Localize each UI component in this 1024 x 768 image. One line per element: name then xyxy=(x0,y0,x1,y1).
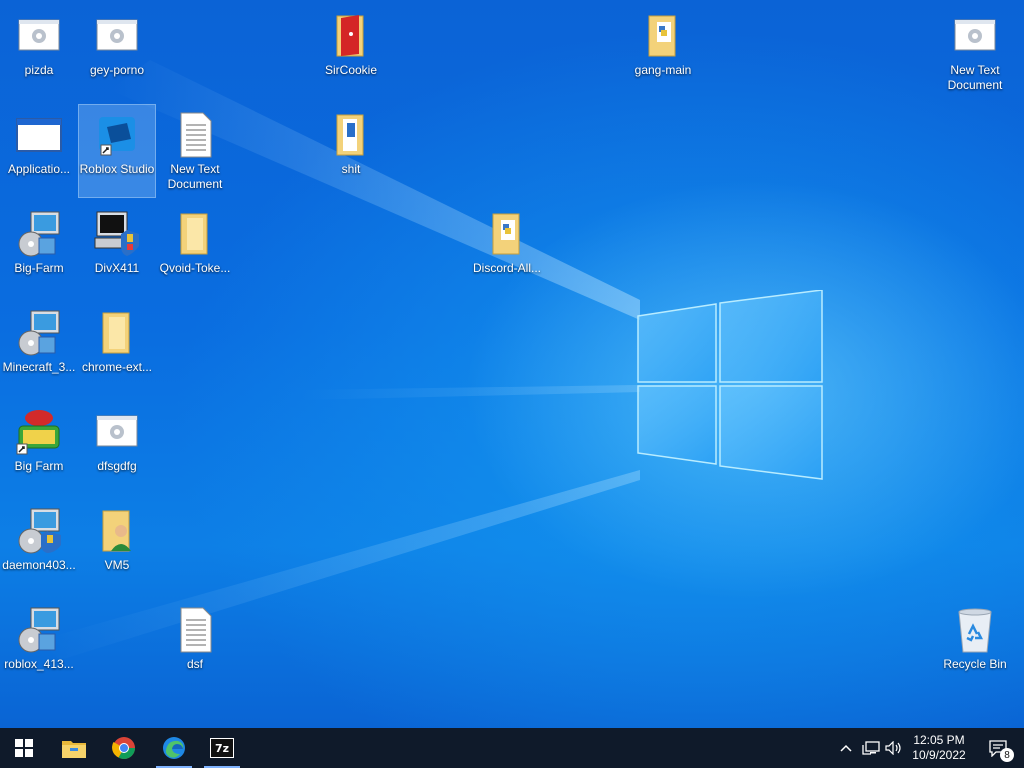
desktop-icon-vm5[interactable]: VM5 xyxy=(79,501,155,593)
seven-zip-button[interactable]: 7z xyxy=(198,728,246,768)
desktop-icon-sircookie[interactable]: SirCookie xyxy=(313,6,389,98)
chrome-button[interactable] xyxy=(100,728,148,768)
desktop-icon-label: Roblox Studio xyxy=(79,162,155,176)
desktop-icon-label: Big Farm xyxy=(14,459,64,473)
volume-button[interactable] xyxy=(883,728,905,768)
desktop-icon-chrome-ext[interactable]: chrome-ext... xyxy=(79,303,155,395)
clock-date: 10/9/2022 xyxy=(912,748,966,762)
desktop-icon-label: VM5 xyxy=(104,558,130,572)
folder-icon xyxy=(93,309,141,357)
file-explorer-button[interactable] xyxy=(50,728,98,768)
desktop-icon-label: shit xyxy=(341,162,361,176)
desktop-icon-label: Qvoid-Toke... xyxy=(159,261,231,275)
desktop-icon-daemon403[interactable]: daemon403... xyxy=(1,501,77,593)
start-icon xyxy=(15,739,33,757)
text-document-icon xyxy=(171,606,219,654)
action-center-button[interactable]: 8 xyxy=(978,728,1018,768)
desktop-icon-discord-all[interactable]: Discord-All... xyxy=(469,204,545,296)
settings-file-icon xyxy=(93,12,141,60)
desktop-icon-roblox-studio[interactable]: Roblox Studio xyxy=(78,104,156,198)
roblox-studio-icon xyxy=(93,111,141,159)
clock[interactable]: 12:05 PM 10/9/2022 xyxy=(906,732,972,764)
clock-time: 12:05 PM xyxy=(913,733,965,747)
desktop-icon-new-text-document-top[interactable]: New Text Document xyxy=(937,6,1013,98)
installer-icon xyxy=(15,606,63,654)
file-explorer-icon xyxy=(62,741,86,758)
network-button[interactable] xyxy=(860,728,882,768)
edge-button[interactable] xyxy=(150,728,198,768)
desktop-icon-label: pizda xyxy=(24,63,54,77)
desktop-icon-label: gang-main xyxy=(634,63,692,77)
desktop-icon-label: dfsgdfg xyxy=(97,459,137,473)
user-folder-icon xyxy=(93,507,141,555)
folder-icon xyxy=(171,210,219,258)
desktop-icon-label: chrome-ext... xyxy=(81,360,153,374)
installer-icon xyxy=(15,507,63,555)
edge-icon xyxy=(163,737,185,759)
desktop-icon-label: daemon403... xyxy=(2,558,76,572)
desktop-icon-pizda[interactable]: pizda xyxy=(1,6,77,98)
folder-icon xyxy=(327,111,375,159)
desktop-icon-dsf[interactable]: dsf xyxy=(157,600,233,692)
folder-icon xyxy=(483,210,531,258)
big-farm-logo-icon xyxy=(15,408,63,456)
desktop-icon-gey-porno[interactable]: gey-porno xyxy=(79,6,155,98)
desktop-icon-label: dsf xyxy=(186,657,203,671)
seven-zip-icon: 7z xyxy=(210,738,234,758)
desktop-icon-dfsgdfg[interactable]: dfsgdfg xyxy=(79,402,155,494)
settings-file-icon xyxy=(15,12,63,60)
desktop-icon-label: DivX411 xyxy=(94,261,140,275)
settings-file-icon xyxy=(93,408,141,456)
divx-installer-icon xyxy=(93,210,141,258)
desktop-icon-label: Big-Farm xyxy=(14,261,64,275)
application-window-icon xyxy=(15,111,63,159)
desktop-icon-shit[interactable]: shit xyxy=(313,105,389,197)
speaker-icon xyxy=(885,741,901,755)
desktop-icon-label: gey-porno xyxy=(89,63,145,77)
desktop-icon-big-farm-installer[interactable]: Big-Farm xyxy=(1,204,77,296)
desktop-icon-new-text-document[interactable]: New Text Document xyxy=(157,105,233,197)
desktop-icon-application[interactable]: Applicatio... xyxy=(1,105,77,197)
desktop-icon-label: Applicatio... xyxy=(7,162,71,176)
folder-icon xyxy=(327,12,375,60)
notification-count-badge: 8 xyxy=(1000,748,1014,762)
desktop-icon-label: Minecraft_3... xyxy=(2,360,76,374)
desktop-icon-label: New Text Document xyxy=(167,162,223,191)
show-hidden-icons-button[interactable] xyxy=(836,728,856,768)
desktop-icon-label: roblox_413... xyxy=(4,657,74,671)
desktop-icon-qvoid-token[interactable]: Qvoid-Toke... xyxy=(157,204,233,296)
desktop-icon-label: SirCookie xyxy=(324,63,378,77)
installer-icon xyxy=(15,210,63,258)
chrome-icon xyxy=(112,737,135,759)
installer-icon xyxy=(15,309,63,357)
desktop-icon-big-farm[interactable]: Big Farm xyxy=(1,402,77,494)
desktop-icon-label: Recycle Bin xyxy=(943,657,1007,671)
settings-file-icon xyxy=(951,12,999,60)
network-icon xyxy=(862,741,880,755)
windows-logo xyxy=(637,290,823,480)
desktop-icon-gang-main[interactable]: gang-main xyxy=(625,6,701,98)
desktop-icon-divx411[interactable]: DivX411 xyxy=(79,204,155,296)
desktop-icon-roblox-413[interactable]: roblox_413... xyxy=(1,600,77,692)
start-button[interactable] xyxy=(0,728,48,768)
notification-count: 8 xyxy=(1004,749,1010,761)
desktop-icon-recycle-bin[interactable]: Recycle Bin xyxy=(937,600,1013,692)
folder-icon xyxy=(639,12,687,60)
text-document-icon xyxy=(171,111,219,159)
taskbar: 7z 12:05 PM 10/9/2022 8 xyxy=(0,728,1024,768)
chevron-up-icon xyxy=(840,744,852,752)
desktop-icon-label: New Text Document xyxy=(947,63,1003,92)
recycle-bin-icon xyxy=(951,606,999,654)
desktop-icon-label: Discord-All... xyxy=(472,261,541,275)
seven-zip-label: 7z xyxy=(214,741,230,755)
desktop-icon-minecraft[interactable]: Minecraft_3... xyxy=(1,303,77,395)
